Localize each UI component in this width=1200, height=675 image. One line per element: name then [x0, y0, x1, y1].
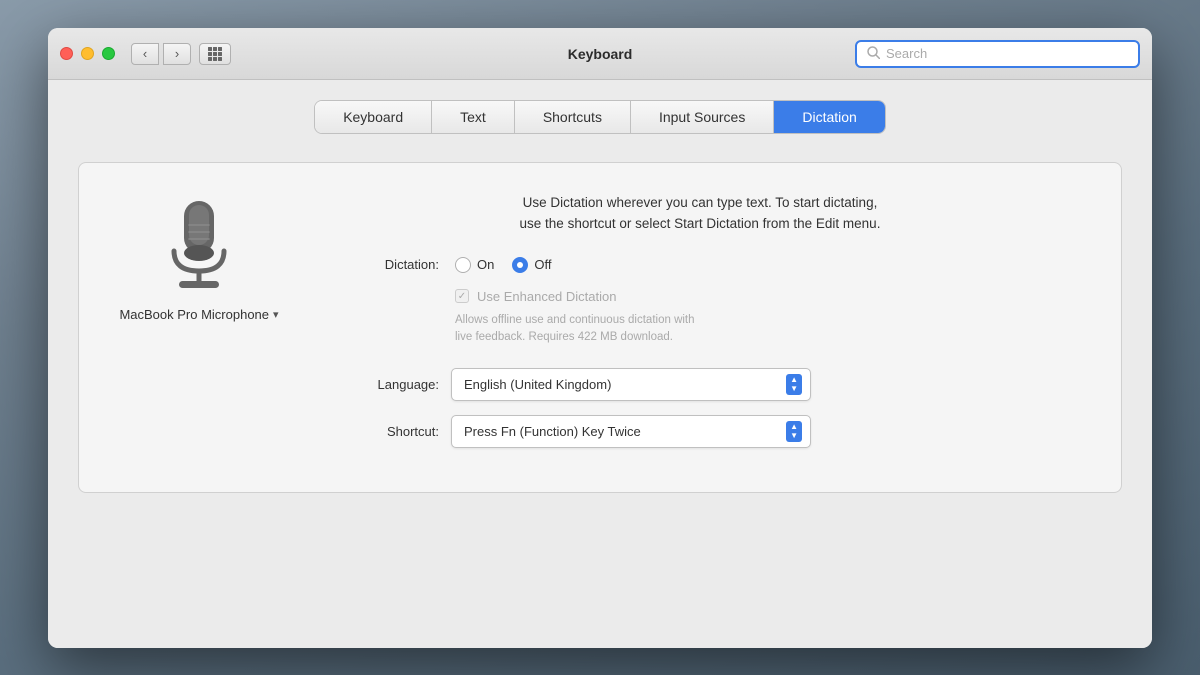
content-area: Keyboard Text Shortcuts Input Sources Di… [48, 80, 1152, 648]
radio-off[interactable]: Off [512, 257, 551, 273]
forward-button[interactable]: › [163, 43, 191, 65]
search-box[interactable] [855, 40, 1140, 68]
microphone-icon [159, 193, 239, 293]
tab-shortcuts[interactable]: Shortcuts [515, 101, 631, 133]
shortcut-label: Shortcut: [359, 424, 439, 439]
grid-dot [218, 52, 222, 56]
microphone-label[interactable]: MacBook Pro Microphone ▾ [119, 307, 278, 322]
grid-dot [213, 57, 217, 61]
enhanced-desc-line2: live feedback. Requires 422 MB download. [455, 331, 673, 343]
description-text: Use Dictation wherever you can type text… [319, 193, 1081, 235]
language-dropdown-arrows: ▲ ▼ [786, 374, 802, 395]
enhanced-dictation-label: Use Enhanced Dictation [477, 289, 616, 304]
grid-icon [208, 47, 222, 61]
language-dropdown[interactable]: English (United Kingdom) ▲ ▼ [451, 368, 811, 401]
microphone-name: MacBook Pro Microphone [119, 307, 269, 322]
nav-buttons: ‹ › [131, 43, 191, 65]
tab-keyboard[interactable]: Keyboard [315, 101, 432, 133]
titlebar: ‹ › Keyboard [48, 28, 1152, 80]
traffic-lights [60, 47, 115, 60]
forward-icon: › [175, 46, 179, 61]
chevron-up-icon: ▲ [790, 423, 798, 431]
tab-text[interactable]: Text [432, 101, 515, 133]
settings-section: Use Dictation wherever you can type text… [319, 193, 1081, 462]
chevron-up-icon: ▲ [790, 376, 798, 384]
dictation-label: Dictation: [359, 257, 439, 272]
grid-dot [208, 47, 212, 51]
grid-dot [208, 52, 212, 56]
close-button[interactable] [60, 47, 73, 60]
shortcut-row: Shortcut: Press Fn (Function) Key Twice … [319, 415, 1081, 448]
grid-dot [213, 47, 217, 51]
tab-input-sources[interactable]: Input Sources [631, 101, 774, 133]
grid-dot [208, 57, 212, 61]
radio-on-label: On [477, 257, 494, 272]
dictation-toggle-row: Dictation: On Off [319, 257, 1081, 273]
main-panel: MacBook Pro Microphone ▾ Use Dictation w… [78, 162, 1122, 493]
window-title: Keyboard [568, 46, 633, 62]
dictation-radio-group: On Off [455, 257, 551, 273]
language-value: English (United Kingdom) [464, 377, 611, 392]
back-icon: ‹ [143, 46, 147, 61]
chevron-down-icon: ▼ [790, 432, 798, 440]
maximize-button[interactable] [102, 47, 115, 60]
shortcut-dropdown[interactable]: Press Fn (Function) Key Twice ▲ ▼ [451, 415, 811, 448]
radio-off-label: Off [534, 257, 551, 272]
enhanced-checkbox[interactable]: ✓ [455, 289, 469, 303]
search-input[interactable] [886, 46, 1128, 61]
grid-dot [218, 47, 222, 51]
tab-dictation[interactable]: Dictation [774, 101, 884, 133]
radio-on-circle[interactable] [455, 257, 471, 273]
tab-bar: Keyboard Text Shortcuts Input Sources Di… [314, 100, 886, 134]
back-button[interactable]: ‹ [131, 43, 159, 65]
chevron-down-icon: ▼ [790, 385, 798, 393]
description-line1: Use Dictation wherever you can type text… [523, 195, 878, 210]
shortcut-dropdown-arrows: ▲ ▼ [786, 421, 802, 442]
grid-button[interactable] [199, 43, 231, 65]
shortcut-value: Press Fn (Function) Key Twice [464, 424, 641, 439]
radio-on[interactable]: On [455, 257, 494, 273]
microphone-section: MacBook Pro Microphone ▾ [119, 193, 279, 322]
language-row: Language: English (United Kingdom) ▲ ▼ [319, 368, 1081, 401]
grid-dot [213, 52, 217, 56]
language-label: Language: [359, 377, 439, 392]
enhanced-dictation-row: ✓ Use Enhanced Dictation [319, 289, 1081, 304]
checkbox-check-icon: ✓ [458, 291, 466, 302]
grid-dot [218, 57, 222, 61]
search-icon [867, 46, 880, 62]
enhanced-description: Allows offline use and continuous dictat… [319, 312, 1081, 347]
microphone-chevron-icon: ▾ [273, 308, 279, 321]
minimize-button[interactable] [81, 47, 94, 60]
enhanced-checkbox-wrapper[interactable]: ✓ Use Enhanced Dictation [455, 289, 616, 304]
radio-off-circle[interactable] [512, 257, 528, 273]
enhanced-desc-line1: Allows offline use and continuous dictat… [455, 314, 695, 326]
window: ‹ › Keyboard [48, 28, 1152, 648]
description-line2: use the shortcut or select Start Dictati… [520, 216, 881, 231]
